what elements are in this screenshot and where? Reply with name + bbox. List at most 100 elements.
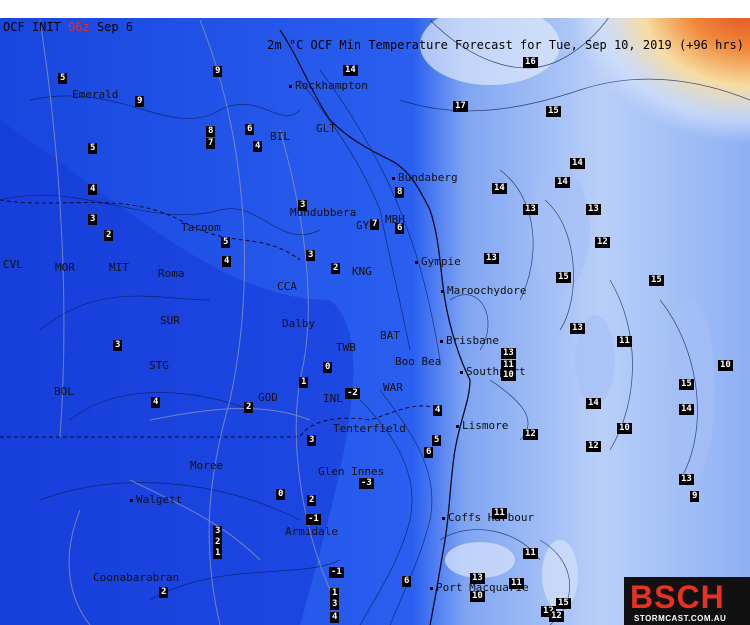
temperature-value: 13 [679, 474, 694, 485]
temperature-value: 5 [58, 73, 68, 84]
city-label: TWB [336, 341, 356, 354]
city-label: BOL [54, 385, 74, 398]
bsch-logo: BSCH STORMCAST.COM.AU [624, 577, 750, 625]
init-label: OCF INIT 06z Sep 6 [3, 20, 134, 34]
city-label: BAT [380, 329, 400, 342]
city-label: BIL [270, 130, 290, 143]
temperature-value: 3 [113, 340, 123, 351]
temperature-value: 4 [88, 184, 98, 195]
temperature-value: 2 [244, 402, 254, 413]
temperature-value: 1 [299, 377, 309, 388]
temperature-value: 13 [484, 253, 499, 264]
city-label: GOD [258, 391, 278, 404]
city-label: Tenterfield [333, 422, 406, 435]
temperature-value: 10 [501, 370, 516, 381]
city-label: Emerald [72, 88, 119, 101]
temperature-value: 12 [586, 441, 601, 452]
city-label: Glen Innes [318, 465, 385, 478]
temperature-value: 3 [88, 214, 98, 225]
city-label: MOR [55, 261, 75, 274]
city-label: SUR [160, 314, 180, 327]
temperature-value: 8 [206, 126, 216, 137]
temperature-value: -2 [345, 388, 360, 399]
temperature-value: 3 [298, 200, 308, 211]
temperature-value: 13 [501, 348, 516, 359]
temperature-value: 9 [213, 66, 223, 77]
temperature-value: 2 [213, 537, 223, 548]
temperature-value: 6 [245, 124, 255, 135]
temperature-value: 5 [432, 435, 442, 446]
city-label: Coonabarabran [93, 571, 180, 584]
city-label: Dalby [282, 317, 316, 330]
temperature-value: 12 [549, 611, 564, 622]
city-label: GLT [316, 122, 336, 135]
temperature-value: 10 [718, 360, 733, 371]
temperature-value: 14 [343, 65, 358, 76]
temperature-value: 4 [222, 256, 232, 267]
temperature-value: 1 [330, 588, 340, 599]
temperature-value: 4 [330, 612, 340, 623]
temperature-value: 8 [395, 187, 405, 198]
temperature-value: 15 [649, 275, 664, 286]
temperature-value: 9 [135, 96, 145, 107]
temperature-value: 12 [523, 429, 538, 440]
city-label: Lismore [456, 420, 508, 432]
city-label: CVL [3, 258, 23, 271]
city-label: WAR [383, 381, 403, 394]
city-label: Rockhampton [289, 80, 368, 92]
temperature-value: 14 [570, 158, 585, 169]
temperature-value: 3 [306, 250, 316, 261]
temperature-value: 4 [151, 397, 161, 408]
city-label: Armidale [285, 525, 338, 538]
temperature-value: 3 [213, 526, 223, 537]
city-label: Moree [190, 459, 224, 472]
temperature-value: -1 [329, 567, 344, 578]
temperature-value: 17 [453, 101, 468, 112]
temperature-value: 11 [492, 508, 507, 519]
temperature-value: 14 [555, 177, 570, 188]
temperature-value: 5 [88, 143, 98, 154]
temperature-value: 3 [330, 599, 340, 610]
temperature-value: 0 [276, 489, 286, 500]
temperature-value: 10 [617, 423, 632, 434]
temperature-value: 2 [159, 587, 169, 598]
temperature-value: 0 [323, 362, 333, 373]
city-label: KNG [352, 265, 372, 278]
temperature-value: 13 [570, 323, 585, 334]
city-label: Gympie [415, 256, 461, 268]
temperature-value: 15 [546, 106, 561, 117]
temperature-value: 11 [523, 548, 538, 559]
temperature-value: 7 [206, 138, 216, 149]
temperature-value: 14 [679, 404, 694, 415]
logo-site: STORMCAST.COM.AU [634, 614, 727, 623]
temperature-value: -3 [359, 478, 374, 489]
city-label: MIT [109, 261, 129, 274]
city-label: Maroochydore [441, 285, 526, 297]
temperature-value: 2 [104, 230, 114, 241]
city-label: CCA [277, 280, 297, 293]
logo-brand: BSCH [630, 579, 725, 615]
temperature-value: 13 [470, 573, 485, 584]
temperature-value: 1 [213, 548, 223, 559]
temperature-value: -1 [306, 514, 321, 525]
temperature-value: 13 [586, 204, 601, 215]
city-label: Taroom [181, 221, 221, 234]
temperature-value: 15 [679, 379, 694, 390]
city-label: Roma [158, 267, 185, 280]
temperature-value: 4 [253, 141, 263, 152]
temperature-value: 13 [523, 204, 538, 215]
map-header: OCF INIT 06z Sep 6 2m °C OCF Min Tempera… [0, 0, 750, 52]
city-label: INL [323, 392, 343, 405]
temperature-value: 2 [307, 495, 317, 506]
city-label: Walgett [130, 494, 182, 506]
temperature-value: 9 [690, 491, 700, 502]
temperature-value: 16 [523, 57, 538, 68]
temperature-value: 11 [509, 578, 524, 589]
temperature-value: 15 [556, 272, 571, 283]
temperature-value: 7 [370, 219, 380, 230]
temperature-value: 6 [402, 576, 412, 587]
temperature-value: 2 [331, 263, 341, 274]
city-label: Boo Bea [395, 355, 442, 368]
temperature-value: 5 [221, 237, 231, 248]
temperature-value: 14 [586, 398, 601, 409]
